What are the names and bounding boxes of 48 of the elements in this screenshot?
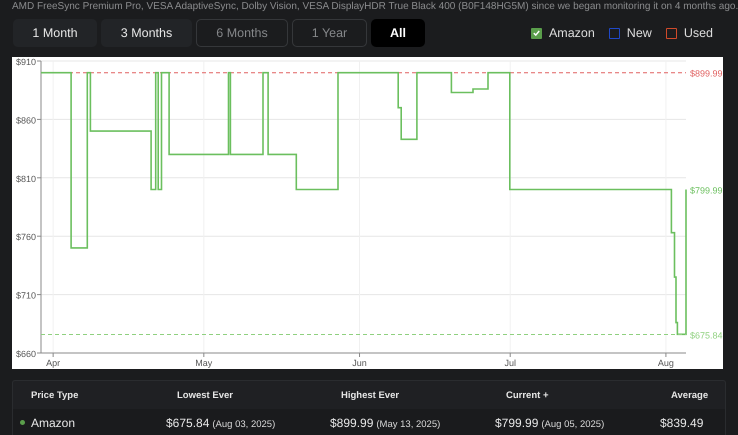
range-tab[interactable]: 1 Month — [13, 19, 97, 47]
price-label: $899.99 — [690, 68, 723, 79]
tick-mark — [52, 352, 54, 358]
column-header: Current + — [506, 390, 550, 400]
column-header: Lowest Ever — [177, 390, 234, 400]
y-axis-label: $760 — [16, 232, 36, 242]
price-value: $799.99 — [495, 416, 538, 430]
tick-mark — [36, 236, 42, 237]
y-axis-label: $810 — [16, 174, 36, 184]
x-axis-label: Jul — [504, 358, 516, 368]
range-tab[interactable]: 3 Months — [101, 19, 192, 47]
x-axis-label: Jun — [352, 358, 367, 368]
x-axis-label: Apr — [46, 358, 60, 368]
price-date: (Aug 03, 2025) — [212, 418, 276, 430]
legend-label: Amazon — [548, 26, 595, 40]
price-date: (Aug 05, 2025) — [541, 418, 604, 430]
y-axis-label: $860 — [16, 115, 36, 126]
legend-checkbox[interactable] — [666, 28, 677, 38]
y-axis-label: $910 — [16, 57, 36, 67]
price-date: (May 13, 2025) — [376, 418, 440, 430]
average-price: $839.49 — [660, 416, 704, 430]
price-label: $799.99 — [690, 185, 723, 196]
tick-mark — [203, 352, 204, 358]
x-axis-label: May — [195, 358, 212, 368]
tick-mark — [36, 352, 42, 354]
legend-checkbox[interactable] — [530, 28, 542, 38]
tick-mark — [510, 352, 511, 358]
column-header: Highest Ever — [341, 390, 400, 400]
tick-mark — [36, 294, 42, 296]
y-axis-label: $710 — [16, 290, 36, 301]
price-type-cell: Amazon — [31, 416, 76, 430]
legend-checkbox[interactable] — [608, 28, 620, 38]
x-axis-label: Aug — [658, 358, 674, 368]
legend-label: Used — [684, 26, 713, 40]
column-header: Price Type — [31, 390, 80, 400]
tick-mark — [665, 352, 666, 358]
tick-mark — [36, 177, 42, 178]
legend-label: New — [626, 26, 652, 40]
range-tab[interactable]: All — [371, 19, 425, 47]
price-label: $675.84 — [690, 330, 723, 340]
tick-mark — [359, 352, 360, 358]
y-axis-label: $660 — [16, 349, 36, 359]
price-value: $675.84 — [166, 416, 210, 430]
tick-mark — [36, 118, 42, 120]
column-header: Average — [671, 390, 710, 400]
price-value: $899.99 — [330, 416, 374, 430]
tick-mark — [36, 60, 42, 62]
intro-text: AMD FreeSync Premium Pro, VESA AdaptiveSync, Dolby Vision, VESA DisplayHDR True Black 400 (B0F148HG5M) since we began monitoring it on 4 months ago. — [11, 0, 738, 14]
